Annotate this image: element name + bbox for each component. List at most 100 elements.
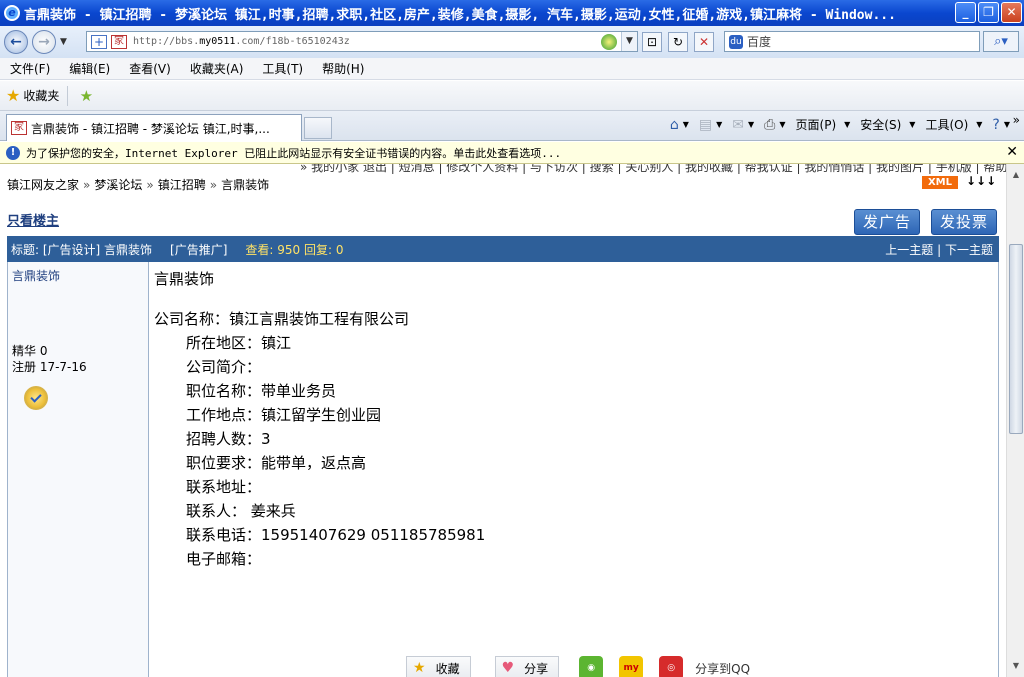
help-icon[interactable]: ? — [992, 117, 999, 133]
menu-view[interactable]: 查看(V) — [129, 60, 171, 77]
window-titlebar: e 言鼎装饰 - 镇江招聘 - 梦溪论坛 镇江,时事,招聘,求职,社区,房产,装… — [0, 0, 1024, 26]
scrollbar-thumb[interactable] — [1009, 244, 1023, 434]
medal-icon — [24, 386, 48, 410]
restore-button[interactable]: ❐ — [978, 2, 999, 23]
post-ad-button[interactable]: 发广告 — [854, 209, 920, 235]
thread-stats: 查看: 950 回复: 0 — [245, 242, 344, 257]
scroll-down-icon[interactable]: ↓↓↓ — [966, 174, 996, 188]
post-company: 公司名称：镇江言鼎装饰工程有限公司 — [154, 310, 410, 328]
author-name[interactable]: 言鼎装饰 — [12, 267, 60, 284]
home-icon[interactable]: ⌂ — [670, 117, 679, 133]
info-bar-text[interactable]: 为了保护您的安全，Internet Explorer 已阻止此网站显示有安全证书… — [26, 145, 561, 161]
search-box[interactable]: du 百度 — [724, 31, 980, 52]
menu-edit[interactable]: 编辑(E) — [69, 60, 110, 77]
feeds-icon[interactable]: ▤ — [699, 117, 712, 133]
address-bar[interactable]: + 家 http://bbs.my0511.com/f18b-t6510243z… — [86, 31, 638, 52]
scroll-up-icon[interactable]: ▲ — [1009, 168, 1023, 182]
post-line: 职位要求：能带单，返点高 — [186, 454, 367, 472]
xml-feed-badge[interactable]: XML — [922, 176, 958, 189]
post-line: 电子邮箱： — [186, 550, 262, 568]
post-body: 言鼎装饰 公司名称：镇江言鼎装饰工程有限公司 所在地区：镇江 公司简介： 职位名… — [154, 262, 994, 677]
help-dropdown[interactable]: ▼ — [1004, 120, 1010, 129]
search-input[interactable]: 百度 — [747, 33, 771, 50]
feeds-dropdown[interactable]: ▼ — [716, 120, 722, 129]
stop-icon[interactable]: ✕ — [694, 32, 714, 52]
scroll-down-arrow-icon[interactable]: ▼ — [1009, 659, 1023, 673]
post: 言鼎装饰 精华 0 注册 17-7-16 言鼎装饰 公司名称：镇江言鼎装饰工程有… — [7, 262, 999, 677]
menu-bar: 文件(F) 编辑(E) 查看(V) 收藏夹(A) 工具(T) 帮助(H) — [0, 58, 1024, 80]
page-menu[interactable]: 页面(P) — [796, 116, 837, 133]
post-title: 言鼎装饰 — [154, 270, 215, 288]
address-url[interactable]: http://bbs.my0511.com/f18b-t6510243z — [133, 36, 350, 47]
tools-menu[interactable]: 工具(O) — [925, 116, 968, 133]
print-icon[interactable]: ⎙ — [764, 117, 775, 133]
prev-thread-link[interactable]: 上一主题 — [885, 243, 933, 257]
site-favicon-icon: 家 — [111, 34, 127, 49]
close-button[interactable]: ✕ — [1001, 2, 1022, 23]
menu-file[interactable]: 文件(F) — [10, 60, 50, 77]
page-menu-arrow-icon: ▼ — [844, 120, 851, 129]
heart-icon: ♥ — [501, 660, 515, 676]
breadcrumb-home[interactable]: 镇江网友之家 — [7, 178, 79, 192]
divider — [67, 85, 69, 106]
tab-row: 家 言鼎装饰 - 镇江招聘 - 梦溪论坛 镇江,时事,... ⌂ ▼ ▤ ▼ ✉ ▼ … — [0, 111, 1024, 141]
forward-button[interactable]: → — [32, 30, 56, 54]
close-info-icon[interactable]: ✕ — [1006, 144, 1018, 160]
compat-view-icon[interactable] — [601, 34, 617, 50]
top-nav-links[interactable]: » 我的小家 退出 | 短消息 | 修改个人资料 | 与下访次 | 搜索 | 关… — [300, 164, 1006, 175]
mail-dropdown[interactable]: ▼ — [748, 120, 754, 129]
post-line: 所在地区：镇江 — [186, 334, 292, 352]
weibo-share-icon[interactable]: ◎ — [659, 656, 684, 677]
thread-subject: 标题: [广告设计] 言鼎装饰 — [11, 242, 153, 257]
ie-logo-icon: e — [4, 5, 20, 21]
safety-menu[interactable]: 安全(S) — [860, 116, 901, 133]
thread-header: 标题: [广告设计] 言鼎装饰 [广告推广] 查看: 950 回复: 0 上一主… — [7, 236, 999, 262]
favorites-button[interactable]: 收藏夹 — [23, 87, 59, 104]
new-tab-button[interactable] — [304, 117, 332, 139]
menu-favorites[interactable]: 收藏夹(A) — [190, 60, 244, 77]
wechat-share-icon[interactable]: ◉ — [579, 656, 604, 677]
home-dropdown[interactable]: ▼ — [683, 120, 689, 129]
tools-menu-arrow-icon: ▼ — [976, 120, 983, 129]
post-line: 工作地点：镇江留学生创业园 — [186, 406, 382, 424]
breadcrumb-thread[interactable]: 言鼎装饰 — [221, 178, 269, 192]
minimize-button[interactable]: _ — [955, 2, 976, 23]
history-dropdown[interactable]: ▼ — [60, 37, 70, 47]
share-qq-link[interactable]: 分享到QQ — [695, 660, 750, 677]
window-title: 言鼎装饰 - 镇江招聘 - 梦溪论坛 镇江,时事,招聘,求职,社区,房产,装修,… — [24, 7, 896, 23]
info-bar[interactable]: ! 为了保护您的安全，Internet Explorer 已阻止此网站显示有安全… — [0, 142, 1024, 164]
my0511-share-icon[interactable]: my — [619, 656, 644, 677]
breadcrumb-board[interactable]: 镇江招聘 — [158, 178, 206, 192]
compatibility-icon[interactable]: ⊡ — [642, 32, 662, 52]
back-button[interactable]: ← — [4, 30, 28, 54]
share-button[interactable]: ♥ 分享 — [494, 656, 560, 677]
add-favorite-icon[interactable]: ★ — [76, 86, 96, 106]
search-button[interactable]: ⌕▾ — [983, 31, 1019, 52]
post-poll-button[interactable]: 发投票 — [931, 209, 997, 235]
tab-active[interactable]: 家 言鼎装饰 - 镇江招聘 - 梦溪论坛 镇江,时事,... — [6, 114, 302, 141]
collect-button[interactable]: ★ 收藏 — [406, 656, 471, 677]
print-dropdown[interactable]: ▼ — [779, 120, 785, 129]
favorites-star-icon: ★ — [6, 86, 21, 105]
web-page: » 我的小家 退出 | 短消息 | 修改个人资料 | 与下访次 | 搜索 | 关… — [0, 164, 1006, 677]
chevron-right-icon[interactable]: » — [1013, 113, 1020, 127]
thread-category[interactable]: [广告推广] — [170, 241, 227, 258]
refresh-icon[interactable]: ↻ — [668, 32, 688, 52]
author-panel: 言鼎装饰 精华 0 注册 17-7-16 — [8, 262, 149, 677]
favorites-bar: ★ 收藏夹 ★ — [0, 81, 1024, 111]
shield-icon: ! — [6, 145, 20, 160]
vertical-scrollbar[interactable]: ▲ ▼ — [1006, 164, 1024, 677]
post-actions: ★ 收藏 ♥ 分享 ◉ my ◎ 分享到QQ — [406, 656, 750, 677]
post-line: 招聘人数：3 — [186, 430, 271, 448]
breadcrumb-forum[interactable]: 梦溪论坛 — [94, 178, 142, 192]
next-thread-link[interactable]: 下一主题 — [945, 243, 993, 257]
author-essence: 精华 0 — [12, 344, 48, 358]
breadcrumb: 镇江网友之家» 梦溪论坛» 镇江招聘» 言鼎装饰 — [7, 178, 270, 192]
safety-menu-arrow-icon: ▼ — [909, 120, 916, 129]
address-dropdown[interactable]: ▼ — [621, 32, 637, 51]
menu-tools[interactable]: 工具(T) — [262, 60, 303, 77]
only-owner-link[interactable]: 只看楼主 — [7, 210, 59, 229]
menu-help[interactable]: 帮助(H) — [322, 60, 364, 77]
author-registered: 注册 17-7-16 — [12, 360, 87, 374]
mail-icon[interactable]: ✉ — [732, 117, 744, 133]
